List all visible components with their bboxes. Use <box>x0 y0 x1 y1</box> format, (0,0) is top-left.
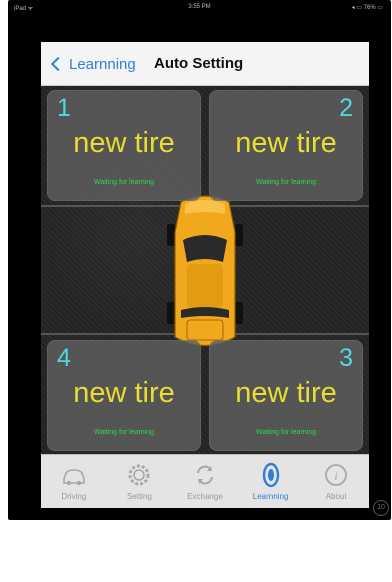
back-button[interactable]: Learnning <box>49 53 136 75</box>
app-screen: Learnning Auto Setting 1 new tire Waitin… <box>41 42 369 508</box>
tire-status: Waiting for learning <box>93 429 155 436</box>
tab-label: Exchange <box>187 492 223 501</box>
tab-driving[interactable]: Driving <box>41 455 107 508</box>
tab-label: Setting <box>126 492 152 501</box>
tire-number: 4 <box>57 344 71 372</box>
tab-exchange[interactable]: Exchange <box>172 455 238 508</box>
tire-number: 3 <box>339 344 353 372</box>
tab-label: About <box>325 492 347 501</box>
page-title: Auto Setting <box>154 55 244 72</box>
tab-learnning[interactable]: Learnning <box>238 455 304 508</box>
tire-number: 2 <box>339 94 353 122</box>
tire-label: new tire <box>235 377 337 409</box>
exchange-icon <box>196 465 213 485</box>
tire-number: 1 <box>57 94 71 122</box>
tire-panel-1[interactable]: 1 new tire Waiting for learning <box>47 90 201 201</box>
navigation-bar: Learnning Auto Setting <box>41 42 369 86</box>
back-button-label: Learnning <box>69 55 136 73</box>
device-frame: iPad ᯤ 3:55 PM ◂ ▭ 76% ▭ Learnning Auto … <box>8 0 391 520</box>
gear-icon <box>128 464 150 486</box>
tire-panel-4[interactable]: 4 new tire Waiting for learning <box>47 340 201 451</box>
tab-bar: Driving Setting Exchange Learnning i Abo… <box>41 454 369 508</box>
tire-panel-2[interactable]: 2 new tire Waiting for learning <box>209 90 363 201</box>
chevron-left-icon <box>50 56 66 72</box>
car-icon <box>62 469 85 486</box>
tab-label: Learnning <box>252 492 289 501</box>
tab-setting[interactable]: Setting <box>107 455 173 508</box>
corner-badge: 10 <box>373 500 389 516</box>
tire-panel-3[interactable]: 3 new tire Waiting for learning <box>209 340 363 451</box>
tire-status: Waiting for learning <box>255 179 317 186</box>
tab-label: Driving <box>61 492 87 501</box>
car-top-view <box>167 195 243 346</box>
status-bar: iPad ᯤ 3:55 PM ◂ ▭ 76% ▭ <box>8 0 391 14</box>
info-icon: i <box>325 464 348 486</box>
tire-status: Waiting for learning <box>255 429 317 436</box>
tire-status: Waiting for learning <box>93 179 155 186</box>
tire-label: new tire <box>235 127 337 159</box>
svg-text:i: i <box>335 469 338 483</box>
tire-label: new tire <box>73 127 175 159</box>
tire-label: new tire <box>73 377 175 409</box>
tab-about[interactable]: i About <box>303 455 369 508</box>
tire-icon <box>262 462 279 488</box>
battery-indicator: ◂ ▭ 76% ▭ <box>351 5 383 11</box>
clock: 3:55 PM <box>188 4 211 10</box>
